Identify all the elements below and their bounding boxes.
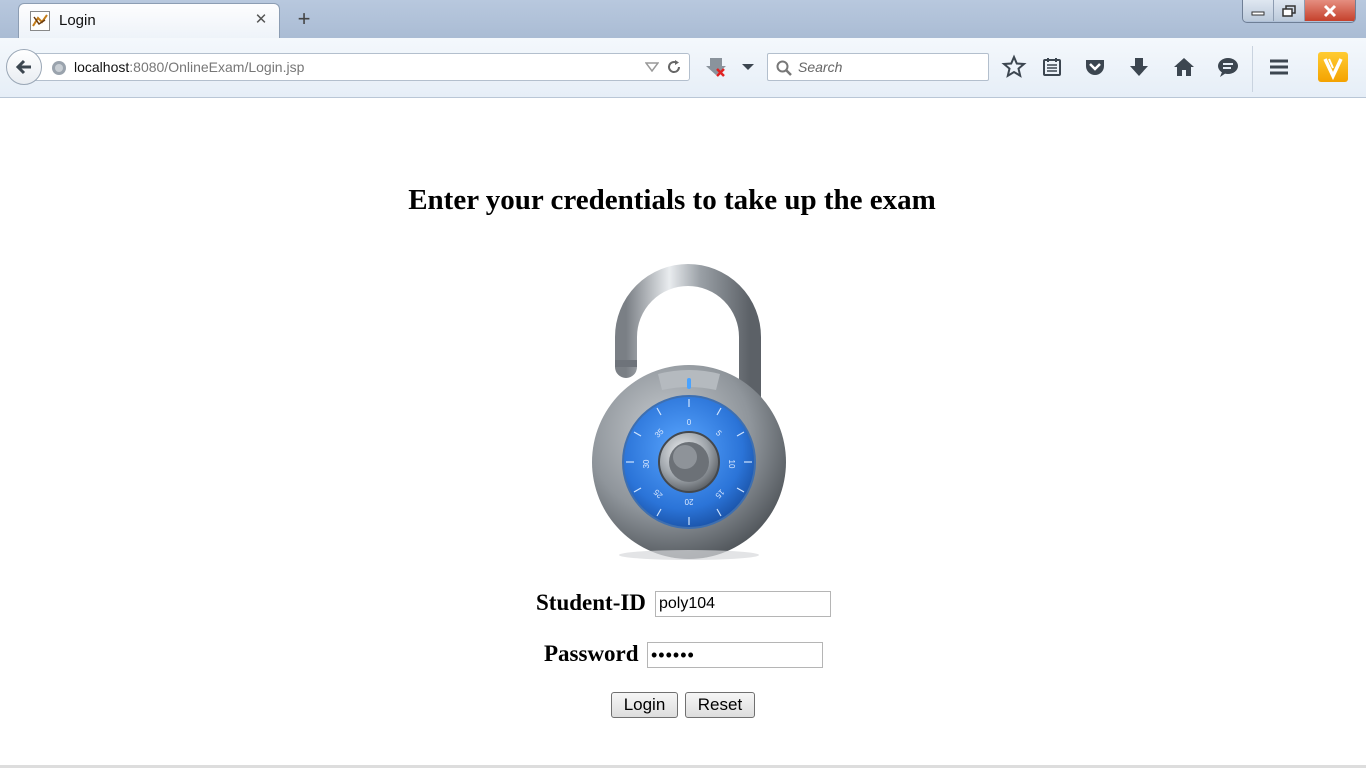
close-window-button[interactable] xyxy=(1305,0,1355,21)
bookmark-star-icon[interactable] xyxy=(1000,53,1028,81)
dial-number: 0 xyxy=(687,418,692,427)
tab-title: Login xyxy=(59,12,96,29)
pocket-icon[interactable] xyxy=(1081,53,1109,81)
browser-titlebar: Login ✕ + xyxy=(0,0,1366,38)
back-arrow-icon xyxy=(15,59,31,75)
bookmarks-list-icon[interactable] xyxy=(1038,53,1066,81)
reload-icon[interactable] xyxy=(666,59,682,75)
download-icon[interactable] xyxy=(1125,53,1153,81)
menu-icon[interactable] xyxy=(1265,53,1293,81)
minimize-button[interactable] xyxy=(1243,0,1274,21)
back-button[interactable] xyxy=(6,49,42,85)
search-icon xyxy=(776,60,792,76)
new-tab-button[interactable]: + xyxy=(292,8,316,30)
student-id-input[interactable] xyxy=(655,591,831,617)
url-text: localhost:8080/OnlineExam/Login.jsp xyxy=(74,59,305,75)
browser-tab[interactable]: Login ✕ xyxy=(18,3,280,38)
vivaldi-extension-icon[interactable] xyxy=(1318,52,1348,82)
password-input[interactable] xyxy=(647,642,823,668)
student-id-label: Student-ID xyxy=(536,590,646,615)
search-bar[interactable] xyxy=(767,53,989,81)
dial-number: 20 xyxy=(684,497,693,506)
nav-toolbar: localhost:8080/OnlineExam/Login.jsp xyxy=(0,38,1366,98)
restore-button[interactable] xyxy=(1274,0,1305,21)
window-controls xyxy=(1242,0,1356,23)
history-dropdown-icon[interactable] xyxy=(645,62,659,72)
home-icon[interactable] xyxy=(1170,53,1198,81)
tomcat-favicon-icon xyxy=(30,11,50,31)
toolbar-separator xyxy=(1252,46,1253,92)
search-input[interactable] xyxy=(798,54,983,80)
url-bar[interactable]: localhost:8080/OnlineExam/Login.jsp xyxy=(34,53,690,81)
login-button[interactable]: Login xyxy=(611,692,678,718)
chat-icon[interactable] xyxy=(1214,53,1242,81)
download-error-icon[interactable] xyxy=(702,53,730,81)
dial-number: 10 xyxy=(727,460,736,469)
close-tab-icon[interactable]: ✕ xyxy=(251,10,271,30)
password-label: Password xyxy=(544,641,639,666)
page-title: Enter your credentials to take up the ex… xyxy=(408,184,936,216)
dial-number: 30 xyxy=(642,459,651,468)
chevron-down-icon[interactable] xyxy=(734,53,762,81)
padlock-icon: 0 5 10 15 20 25 30 35 xyxy=(592,264,786,560)
reset-button[interactable]: Reset xyxy=(685,692,755,718)
globe-icon xyxy=(52,61,66,75)
